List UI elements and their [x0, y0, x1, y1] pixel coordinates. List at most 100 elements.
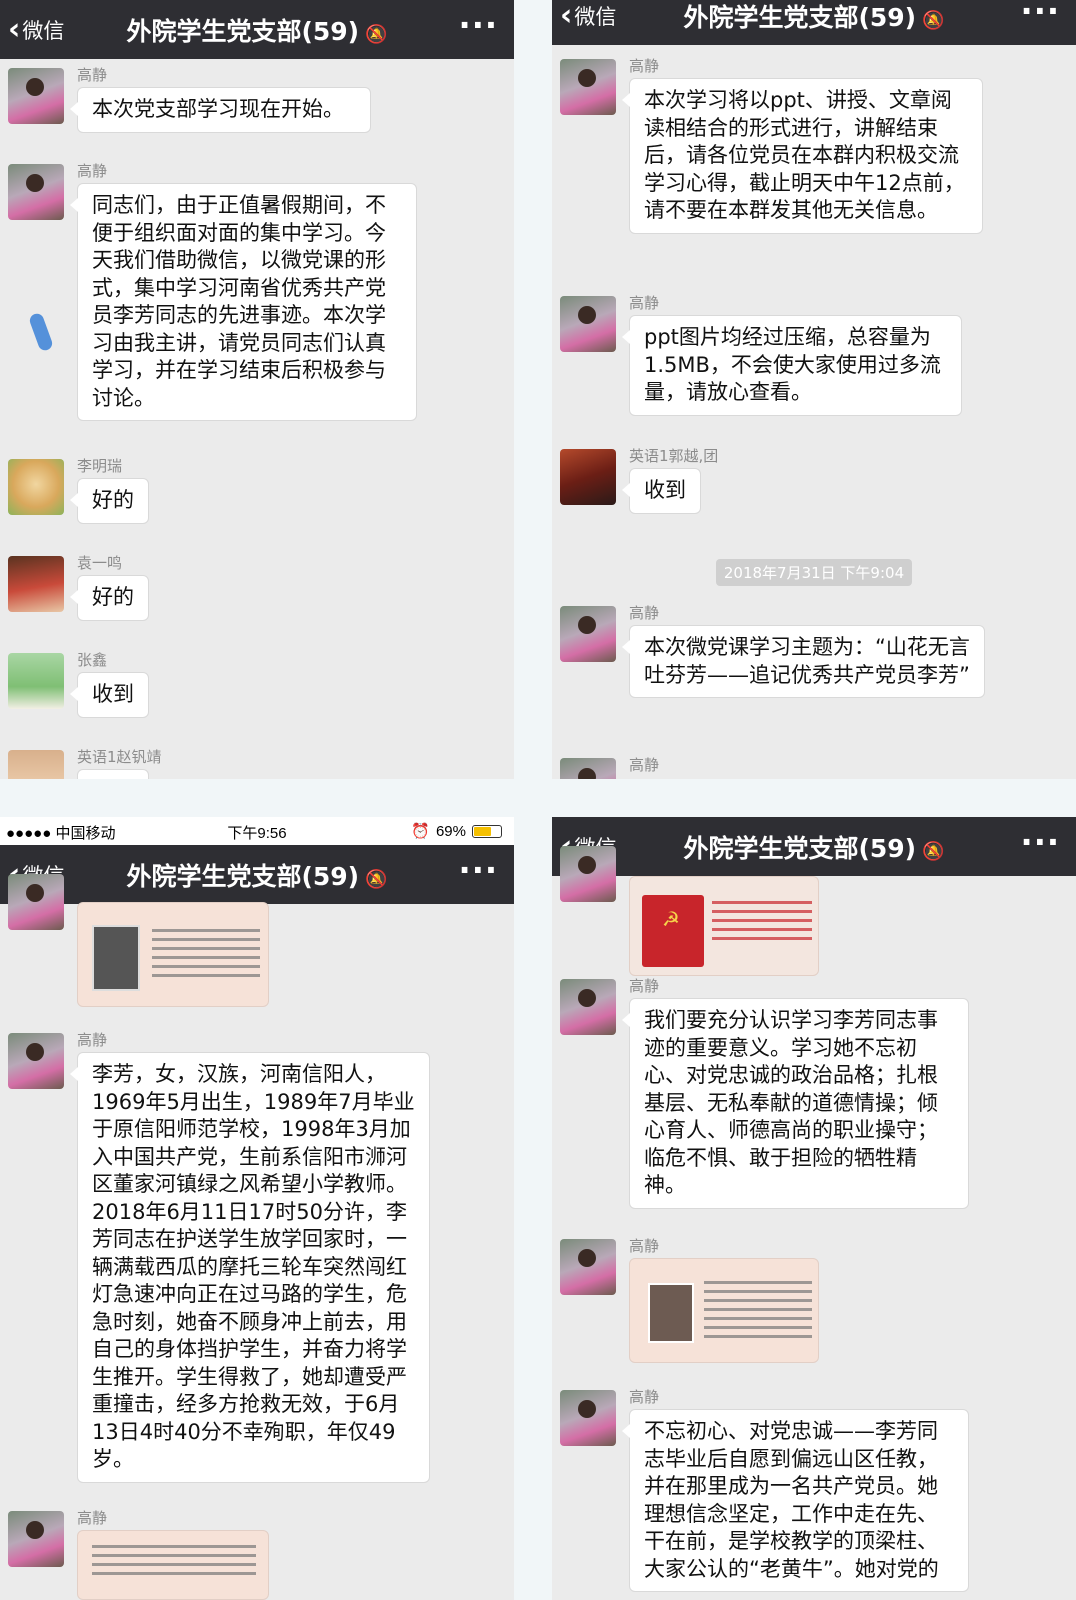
message-bubble[interactable]: 我们要充分认识学习李芳同志事迹的重要意义。学习她不忘初心、对党忠诚的政治品格；扎…: [622, 998, 969, 1209]
battery-percent: 69%: [435, 822, 466, 840]
sender-name: 高静: [77, 1509, 108, 1527]
message: 高静 本次学习将以ppt、讲授、文章阅读相结合的形式进行，讲解结束后，请各位党员…: [560, 55, 1068, 275]
back-label: 微信: [22, 19, 65, 43]
avatar[interactable]: [8, 750, 64, 779]
message: 英语1郭越,团 收到: [560, 445, 1068, 525]
more-icon[interactable]: ···: [1021, 823, 1060, 861]
message-bubble[interactable]: 本次微党课学习主题为：“山花无言吐芬芳——追记优秀共产党员李芳”: [622, 625, 985, 698]
nav-bar: ‹ 微信 外院学生党支部(59)🔕 ···: [552, 0, 1076, 45]
timestamp: 2018年7月31日 下午9:04: [552, 559, 1076, 586]
avatar[interactable]: [8, 653, 64, 709]
back-button[interactable]: ‹ 微信: [8, 15, 64, 45]
sender-name: 李明瑞: [77, 457, 123, 475]
avatar[interactable]: [8, 164, 64, 220]
photo-thumbnail: [648, 1283, 694, 1343]
message-bubble[interactable]: 好的: [70, 575, 149, 621]
avatar[interactable]: [8, 459, 64, 515]
chat-screenshot-1: ‹ 微信 外院学生党支部(59) 🔕 ··· 高静 本次党支部学习现在开始。 高静…: [0, 0, 514, 779]
message: 高静 不忘初心、对党忠诚——李芳同志毕业后自愿到偏远山区任教，并在那里成为一名共…: [560, 1386, 1068, 1600]
message: 高静: [560, 754, 1068, 779]
message: 高静 本次微党课学习主题为：“山花无言吐芬芳——追记优秀共产党员李芳”: [560, 602, 1068, 742]
image-message[interactable]: [77, 902, 269, 1007]
avatar[interactable]: [560, 449, 616, 505]
more-icon[interactable]: ···: [459, 851, 498, 889]
back-button[interactable]: ‹ 微信: [560, 1, 616, 31]
message-bubble[interactable]: ppt图片均经过压缩，总容量为1.5MB，不会使大家使用过多流量，请放心查看。: [622, 315, 962, 416]
avatar[interactable]: [8, 1511, 64, 1567]
status-bar: ●●●●● 中国移动 下午9:56 ⏰ 69%: [0, 817, 514, 845]
image-message[interactable]: ☭: [629, 876, 819, 976]
image-message[interactable]: [77, 1530, 269, 1600]
sender-name: 英语1郭越,团: [629, 447, 719, 465]
chat-title: 外院学生党支部(59) 🔕: [683, 3, 945, 32]
message-bubble[interactable]: [77, 769, 149, 779]
message: 高静 ppt图片均经过压缩，总容量为1.5MB，不会使大家使用过多流量，请放心查…: [560, 292, 1068, 432]
image-message[interactable]: [629, 1258, 819, 1363]
message: 英语1赵钒靖: [8, 746, 506, 779]
chat-title: 外院学生党支部(59) 🔕: [683, 834, 945, 863]
avatar[interactable]: [8, 1033, 64, 1089]
avatar[interactable]: [560, 1390, 616, 1446]
avatar[interactable]: [560, 1239, 616, 1295]
sender-name: 高静: [629, 1388, 660, 1406]
chevron-left-icon: ‹: [8, 12, 21, 47]
sender-name: 袁一鸣: [77, 554, 123, 572]
message-bubble[interactable]: 收到: [622, 468, 701, 514]
sender-name: 高静: [629, 604, 660, 622]
avatar[interactable]: [560, 606, 616, 662]
message: 李明瑞 好的: [8, 455, 506, 535]
avatar[interactable]: [560, 296, 616, 352]
avatar[interactable]: [8, 556, 64, 612]
chevron-left-icon: ‹: [560, 0, 573, 33]
message: [8, 874, 506, 1012]
message: 高静 本次党支部学习现在开始。: [8, 64, 506, 144]
avatar[interactable]: [8, 68, 64, 124]
message: 高静: [560, 1235, 1068, 1380]
chat-screenshot-3: ●●●●● 中国移动 下午9:56 ⏰ 69% ‹ 微信 外院学生党支部(59)…: [0, 817, 514, 1600]
sender-name: 高静: [629, 294, 660, 312]
sender-name: 高静: [629, 756, 660, 774]
message-bubble[interactable]: 同志们，由于正值暑假期间，不便于组织面对面的集中学习。今天我们借助微信，以微党课…: [70, 183, 417, 421]
message-bubble[interactable]: 收到: [70, 672, 149, 718]
chat-title: 外院学生党支部(59) 🔕: [126, 17, 388, 46]
message-bubble[interactable]: 不忘初心、对党忠诚——李芳同志毕业后自愿到偏远山区任教，并在那里成为一名共产党员…: [622, 1409, 969, 1592]
ppt-list-lines: [712, 901, 812, 946]
portrait-photo: [92, 925, 140, 991]
message: 高静: [8, 1507, 506, 1600]
back-label: 微信: [574, 5, 617, 29]
chat-screenshot-2: ‹ 微信 外院学生党支部(59) 🔕 ··· 高静 本次学习将以ppt、讲授、文章…: [552, 0, 1076, 779]
message: 张鑫 收到: [8, 649, 506, 729]
nav-bar: ‹ 微信 外院学生党支部(59)🔕 ···: [0, 0, 514, 59]
sender-name: 张鑫: [77, 651, 108, 669]
document-text-lines: [152, 929, 260, 983]
party-emblem-card: ☭: [642, 895, 704, 967]
message: 高静 同志们，由于正值暑假期间，不便于组织面对面的集中学习。今天我们借助微信，以…: [8, 160, 506, 440]
message-bubble[interactable]: 李芳，女，汉族，河南信阳人，1969年5月出生，1989年7月毕业于原信阳师范学…: [70, 1052, 430, 1483]
nav-bar: ‹ 微信 外院学生党支部(59)🔕 ···: [552, 817, 1076, 876]
avatar[interactable]: [560, 979, 616, 1035]
mute-icon: 🔕: [922, 841, 945, 862]
chat-screenshot-4: ‹ 微信 外院学生党支部(59)🔕 ··· ☭ 高静 我们要充分认识学习李芳同志…: [552, 817, 1076, 1600]
sender-name: 高静: [629, 57, 660, 75]
chat-title: 外院学生党支部(59) 🔕: [126, 862, 388, 891]
alarm-icon: ⏰: [411, 823, 430, 840]
avatar[interactable]: [560, 59, 616, 115]
message: 高静 我们要充分认识学习李芳同志事迹的重要意义。学习她不忘初心、对党忠诚的政治品…: [560, 975, 1068, 1230]
sender-name: 高静: [77, 1031, 108, 1049]
message: 袁一鸣 好的: [8, 552, 506, 632]
message-bubble[interactable]: 本次党支部学习现在开始。: [70, 87, 371, 133]
avatar[interactable]: [560, 758, 616, 779]
message-bubble[interactable]: 本次学习将以ppt、讲授、文章阅读相结合的形式进行，讲解结束后，请各位党员在本群…: [622, 78, 983, 234]
sender-name: 高静: [77, 66, 108, 84]
more-icon[interactable]: ···: [1021, 0, 1060, 30]
more-icon[interactable]: ···: [459, 6, 498, 44]
avatar[interactable]: [560, 846, 616, 902]
mute-icon: 🔕: [365, 24, 388, 45]
emblem-icon: ☭: [662, 907, 680, 931]
mute-icon: 🔕: [922, 10, 945, 31]
timestamp-label: 2018年7月31日 下午9:04: [715, 559, 913, 586]
avatar[interactable]: [8, 874, 64, 930]
sender-name: 高静: [629, 1237, 660, 1255]
message-bubble[interactable]: 好的: [70, 478, 149, 524]
mute-icon: 🔕: [365, 869, 388, 890]
